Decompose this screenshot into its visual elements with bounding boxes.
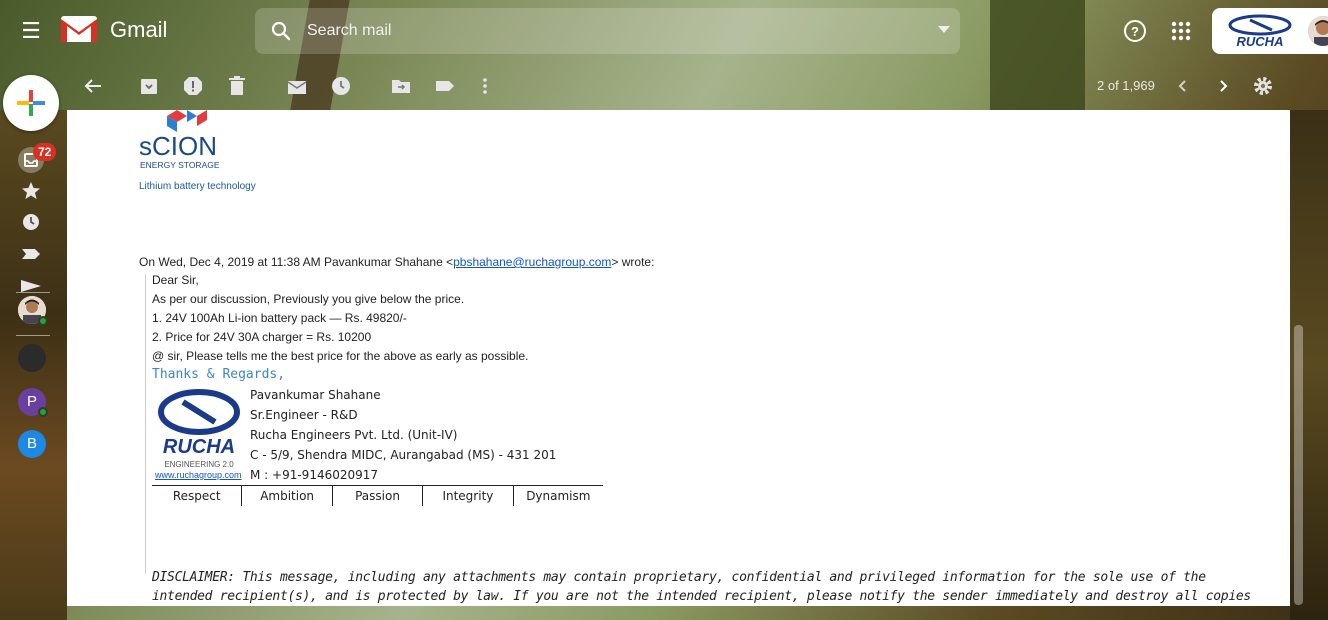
message-toolbar: 2 of 1,969 bbox=[67, 62, 1290, 110]
rail-divider bbox=[16, 335, 50, 336]
apps-grid-icon[interactable] bbox=[1168, 18, 1194, 44]
value-cell: Respect bbox=[172, 489, 221, 503]
svg-text:?: ? bbox=[1131, 24, 1139, 39]
scrollbar[interactable] bbox=[1294, 325, 1303, 605]
svg-text:RUCHA: RUCHA bbox=[1237, 34, 1284, 48]
signature-company: Rucha Engineers Pvt. Ltd. (Unit-IV) bbox=[250, 428, 458, 442]
sent-icon[interactable] bbox=[18, 272, 44, 298]
message-line: As per our discussion, Previously you gi… bbox=[152, 292, 465, 306]
older-chevron-icon[interactable] bbox=[1211, 74, 1235, 98]
settings-gear-icon[interactable] bbox=[1251, 74, 1275, 98]
main-menu-icon[interactable]: ☰ bbox=[18, 18, 44, 44]
value-cell: Dynamism bbox=[512, 486, 603, 506]
company-tagline: Lithium battery technology bbox=[139, 181, 256, 192]
quoted-header-outro: > wrote: bbox=[611, 255, 655, 269]
regards-text: Thanks & Regards, bbox=[152, 367, 286, 382]
back-arrow-icon[interactable] bbox=[81, 74, 105, 98]
search-input[interactable] bbox=[307, 20, 907, 42]
rucha-signature-logo: RUCHA ENGINEERING 2.0 bbox=[155, 389, 243, 470]
signature-address: C - 5/9, Shendra MIDC, Aurangabad (MS) -… bbox=[250, 448, 557, 462]
svg-text:ENGINEERING 2.0: ENGINEERING 2.0 bbox=[164, 460, 234, 469]
top-bar: ☰ Gmail ? RUCHA bbox=[0, 0, 1328, 62]
starred-icon[interactable] bbox=[18, 178, 44, 204]
contact-avatar-b[interactable]: B bbox=[18, 430, 46, 458]
account-switcher[interactable]: RUCHA bbox=[1212, 8, 1328, 54]
rail-divider bbox=[16, 292, 50, 293]
report-spam-icon[interactable] bbox=[181, 74, 205, 98]
inbox-unread-badge: 72 bbox=[33, 143, 57, 161]
rucha-account-logo[interactable]: RUCHA bbox=[1220, 14, 1300, 48]
message-line: @ sir, Please tells me the best price fo… bbox=[152, 349, 529, 363]
svg-text:RUCHA: RUCHA bbox=[163, 436, 235, 458]
move-to-icon[interactable] bbox=[389, 74, 413, 98]
quoted-header-intro: On Wed, Dec 4, 2019 at 11:38 AM Pavankum… bbox=[139, 255, 454, 269]
more-options-icon[interactable] bbox=[473, 74, 497, 98]
gmail-logo-icon[interactable] bbox=[60, 14, 98, 44]
quote-border bbox=[145, 274, 146, 574]
message-body-pane: sCION ENERGY STORAGE Lithium battery tec… bbox=[67, 110, 1290, 606]
newer-chevron-icon[interactable] bbox=[1171, 74, 1195, 98]
signature-phone: M : +91-9146020917 bbox=[250, 468, 379, 482]
value-cell: Integrity bbox=[422, 486, 512, 506]
message-line: 2. Price for 24V 30A charger = Rs. 10200 bbox=[152, 330, 372, 344]
compose-plus-icon bbox=[17, 90, 45, 116]
user-avatar[interactable] bbox=[1308, 16, 1328, 46]
label-icon[interactable] bbox=[433, 74, 457, 98]
search-options-caret-icon[interactable] bbox=[938, 26, 950, 33]
company-values-row: Respect Ambition Passion Integrity Dynam… bbox=[152, 485, 603, 506]
snooze-clock-icon[interactable] bbox=[329, 74, 353, 98]
legal-disclaimer: DISCLAIMER: This message, including any … bbox=[152, 570, 1251, 604]
online-status-dot bbox=[38, 407, 48, 417]
snoozed-icon[interactable] bbox=[18, 209, 44, 235]
help-icon[interactable]: ? bbox=[1122, 18, 1148, 44]
company-website-link[interactable]: www.ruchagroup.com bbox=[155, 470, 242, 480]
mark-unread-icon[interactable] bbox=[285, 74, 309, 98]
search-icon[interactable] bbox=[269, 19, 293, 43]
compose-button[interactable] bbox=[3, 75, 59, 131]
pagination-count: 2 of 1,969 bbox=[1097, 78, 1155, 93]
signature-name: Pavankumar Shahane bbox=[250, 388, 381, 402]
scion-company-logo: sCION ENERGY STORAGE bbox=[139, 110, 220, 170]
value-cell: Passion bbox=[331, 486, 422, 506]
message-line: 1. 24V 100Ah Li-ion battery pack — Rs. 4… bbox=[152, 311, 407, 325]
sender-email-link[interactable]: pbshahane@ruchagroup.com bbox=[453, 255, 611, 269]
gmail-wordmark[interactable]: Gmail bbox=[110, 17, 167, 43]
delete-icon[interactable] bbox=[225, 74, 249, 98]
online-status-dot bbox=[38, 316, 48, 326]
signature-title: Sr.Engineer - R&D bbox=[250, 408, 358, 422]
svg-text:sCION: sCION bbox=[139, 131, 217, 161]
hangouts-contact-avatar[interactable] bbox=[18, 344, 46, 372]
important-icon[interactable] bbox=[18, 241, 44, 267]
svg-text:ENERGY STORAGE: ENERGY STORAGE bbox=[140, 160, 220, 170]
value-cell: Ambition bbox=[241, 486, 331, 506]
quoted-header: On Wed, Dec 4, 2019 at 11:38 AM Pavankum… bbox=[139, 255, 654, 269]
archive-icon[interactable] bbox=[137, 74, 161, 98]
message-line: Dear Sir, bbox=[152, 273, 199, 287]
search-bar[interactable] bbox=[255, 8, 960, 54]
